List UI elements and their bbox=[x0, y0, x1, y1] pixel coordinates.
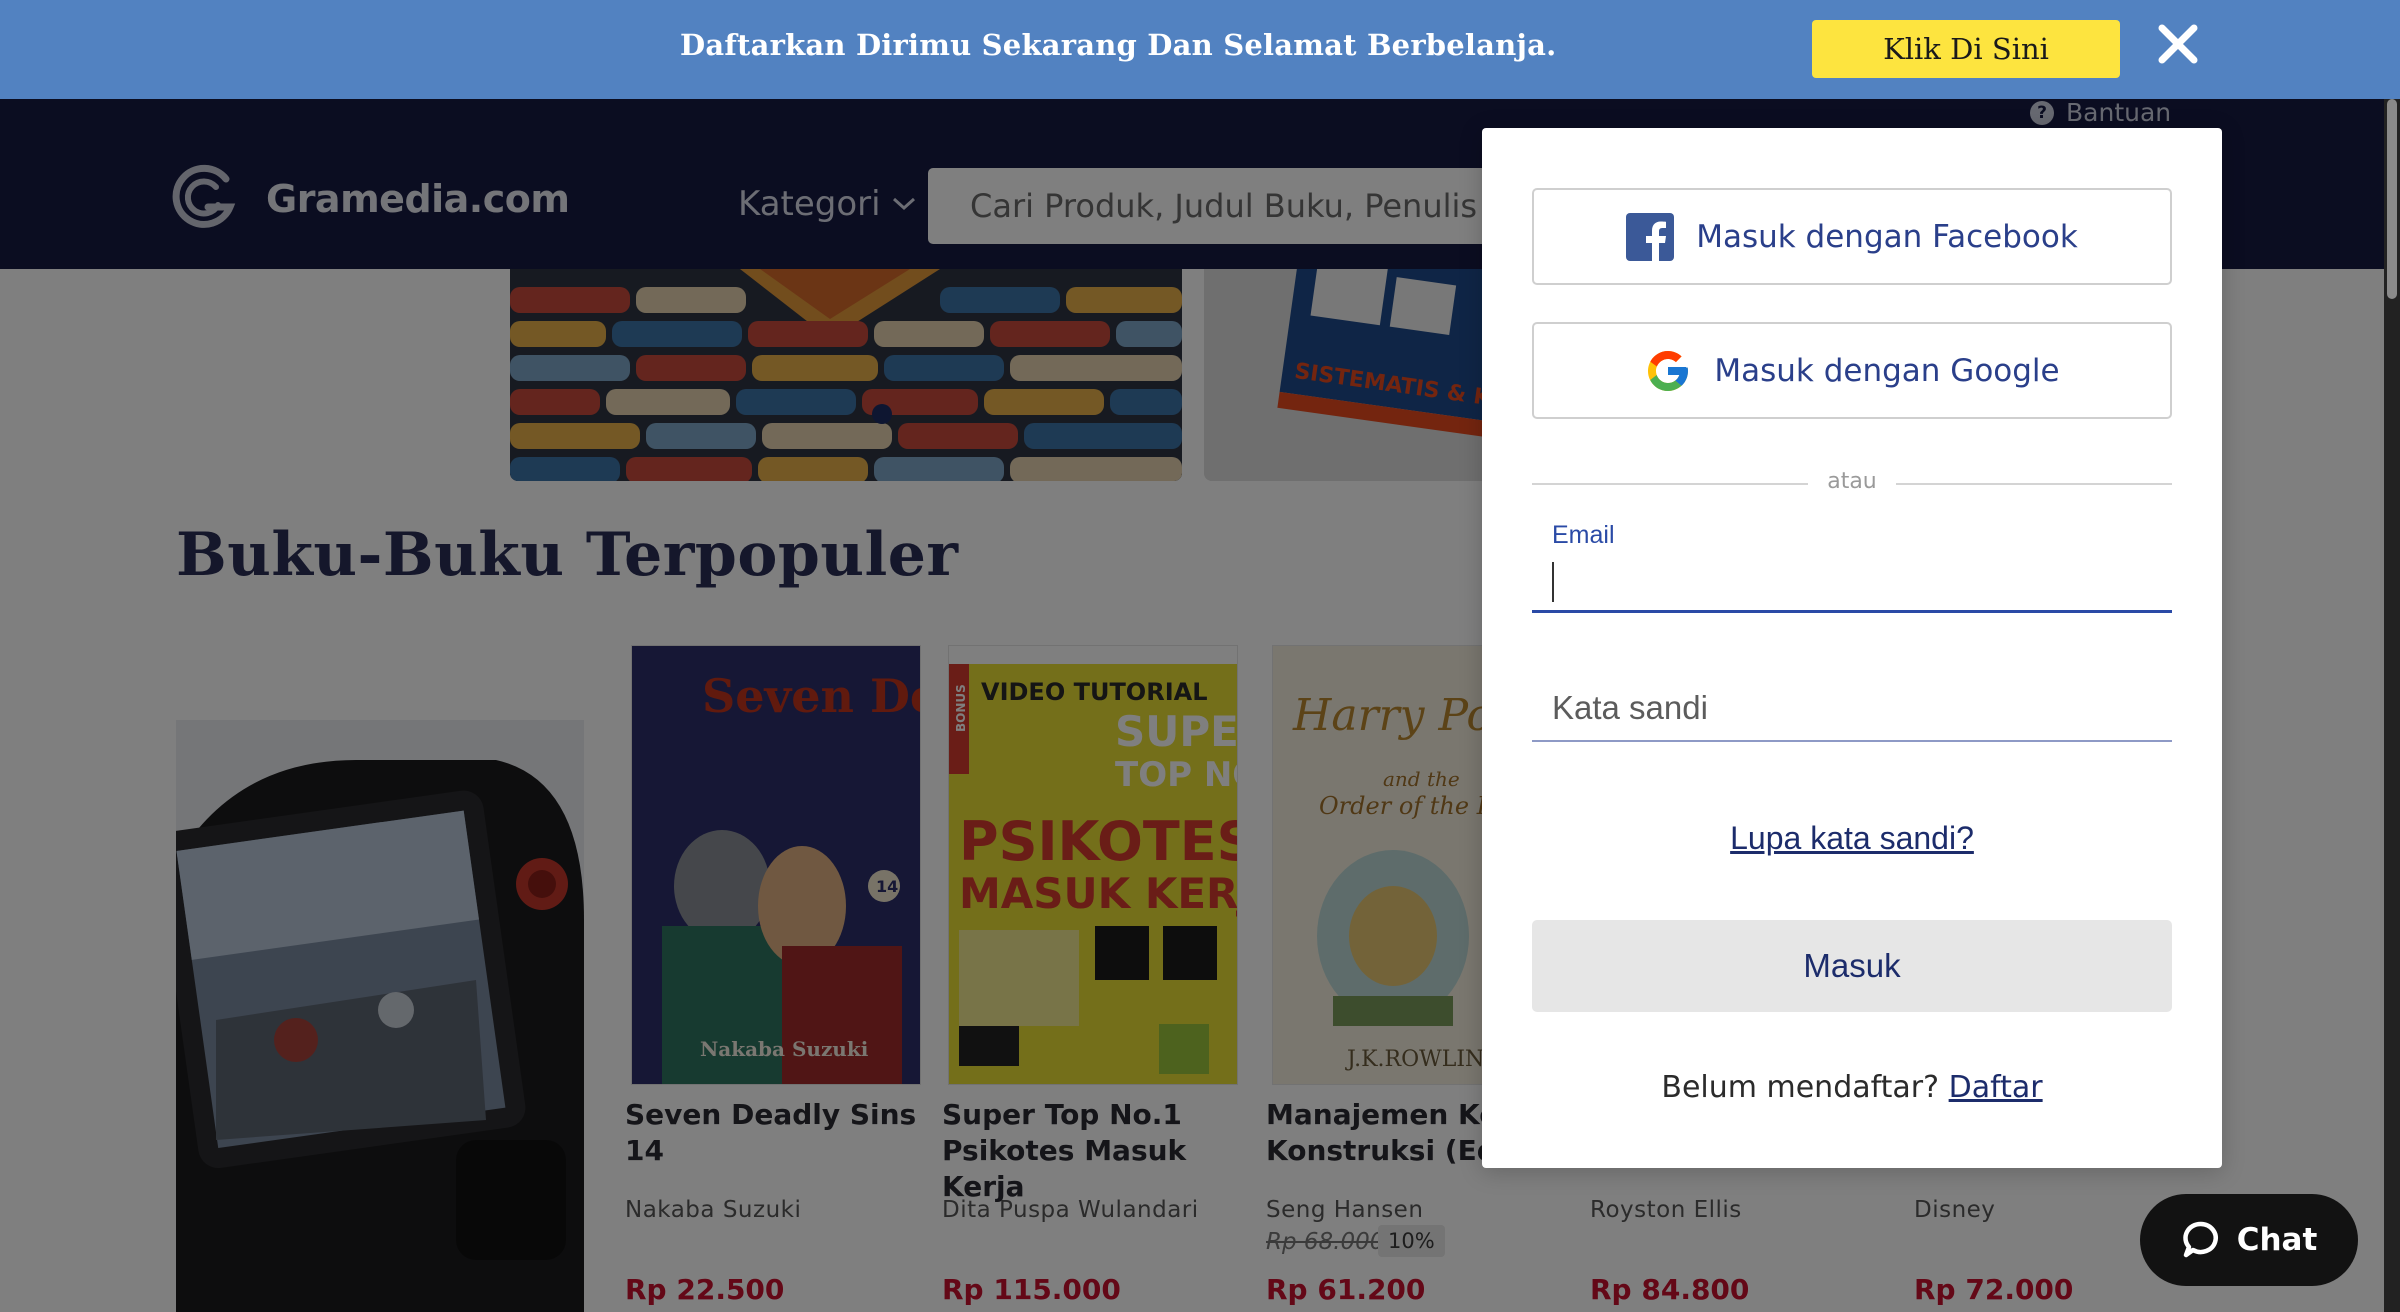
chat-button[interactable]: Chat bbox=[2140, 1194, 2358, 1286]
google-login-button[interactable]: Masuk dengan Google bbox=[1532, 322, 2172, 419]
email-field[interactable] bbox=[1532, 553, 2172, 613]
scrollbar-thumb[interactable] bbox=[2387, 99, 2397, 299]
login-modal: Masuk dengan Facebook Masuk dengan Googl… bbox=[1482, 128, 2222, 1168]
text-cursor bbox=[1552, 562, 1554, 602]
signup-prompt-text: Belum mendaftar? bbox=[1661, 1070, 1940, 1105]
chat-label: Chat bbox=[2236, 1222, 2318, 1258]
chat-bubble-icon bbox=[2182, 1221, 2218, 1258]
password-field[interactable] bbox=[1532, 676, 2172, 742]
email-label: Email bbox=[1552, 521, 1615, 549]
google-login-label: Masuk dengan Google bbox=[1714, 352, 2060, 389]
facebook-login-button[interactable]: Masuk dengan Facebook bbox=[1532, 188, 2172, 285]
register-cta-button[interactable]: Klik Di Sini bbox=[1812, 20, 2120, 78]
page-scrollbar[interactable] bbox=[2384, 99, 2400, 1312]
google-icon bbox=[1648, 350, 1689, 391]
promo-text: Daftarkan Dirimu Sekarang Dan Selamat Be… bbox=[680, 28, 1557, 62]
divider-text: atau bbox=[1827, 469, 1877, 494]
facebook-login-label: Masuk dengan Facebook bbox=[1696, 218, 2078, 255]
promo-banner: Daftarkan Dirimu Sekarang Dan Selamat Be… bbox=[0, 0, 2400, 99]
facebook-icon bbox=[1626, 212, 1675, 261]
signup-prompt: Belum mendaftar? Daftar bbox=[1482, 1070, 2222, 1105]
close-icon[interactable] bbox=[2152, 18, 2204, 70]
forgot-password-link[interactable]: Lupa kata sandi? bbox=[1482, 820, 2222, 857]
signup-link[interactable]: Daftar bbox=[1949, 1070, 2043, 1105]
login-submit-button[interactable]: Masuk bbox=[1532, 920, 2172, 1012]
or-divider: atau bbox=[1532, 468, 2172, 498]
